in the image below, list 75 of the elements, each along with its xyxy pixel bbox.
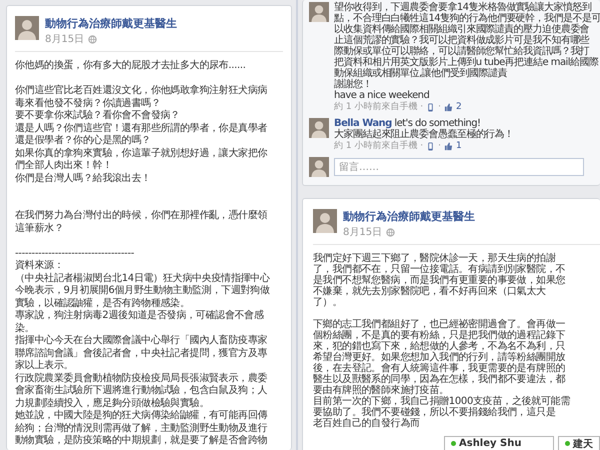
post-text-line: 來，犯的錯也寫下來，給想做的人參考，不為名不為利，只 xyxy=(313,341,566,352)
post-text-line: 染。 xyxy=(15,322,34,334)
comment-text: 點，不合理白白犧牲這14隻狗的行為他們要硬幹，我們是不是可 xyxy=(334,13,600,24)
post-text-line: 醫生以及獸醫系的同學，因為在怎樣，我們都不要違法，都 xyxy=(313,374,566,385)
comment-timestamp: 約 1 小時前來自手機 · xyxy=(334,140,424,152)
post-text-line: 這筆薪水？ xyxy=(15,222,64,235)
comment-text: Bella Wang let's do something! xyxy=(334,118,480,129)
globe-icon xyxy=(88,34,98,44)
post-text-line: ------------------------------------ xyxy=(15,248,134,260)
thumbs-up-icon[interactable] xyxy=(444,142,454,150)
post-text-line: 是我們不想幫您醫病，而是我們有更重要的事要做，如果您 xyxy=(313,275,566,286)
post-text-line: 目前第一次的下鄉，我自己捐贈1000支疫苗，之後就可能需 xyxy=(313,396,570,407)
comment-text: 把資料和相片用英文版影片上傳到u tube再把連結e mail給國際 xyxy=(334,57,598,68)
post-text-line: 聯席諮詢會議」會後記者會，中央社記者提問，獲官方及專 xyxy=(15,348,268,360)
avatar-icon xyxy=(309,157,329,177)
post-text-line: 實驗，以確認鼬獾，是否有跨物種感染。 xyxy=(15,298,190,310)
post-text-line: 要協助了。我們不要碰錢，所以不要捐錢給我們，這只是 xyxy=(313,407,556,418)
post-text-line: 今晚表示，9月初展開6個月野生動物主動監測，下週對狗做 xyxy=(15,285,270,298)
post-text-line: 你他媽的換蛋，你有多大的屁股才去扯多大的尿布...... xyxy=(15,60,246,72)
comment-field[interactable]: 留言…… xyxy=(334,158,584,176)
chat-tab[interactable]: 建天 xyxy=(558,436,600,450)
post-text-line: 後，在去登記。會有人統籌這件事，我更需要的是有牌照的 xyxy=(313,363,566,374)
avatar-icon xyxy=(313,209,337,233)
post-text-line: 還是假學者？你的心是黑的嗎？ xyxy=(15,135,151,148)
post-text-line: 了，我們都不在，只留一位接電話。有病請到別家醫院，不 xyxy=(313,264,566,275)
comment-text: 以收集資料傳給國際相關組織引來國際譴責的壓力迫使農委會 xyxy=(334,24,590,35)
post-text-line: 動物實驗，是防疫策略的中期規劃，就是要了解是否會跨物 xyxy=(15,435,268,448)
post-text-line: 個粉絲團，不是真的要有粉絲，只是把我們做的過程記錄下 xyxy=(313,330,566,341)
post-text-line: 們全部人肉出來！幹！ xyxy=(15,160,112,172)
post-text-line: 她並說，中國大陸是狗的狂犬病傳染給鼬獾，有可能再回傳 xyxy=(15,410,268,422)
comment-text: 止這個荒謬的實驗？我可以把資料做成影片可是我不知有哪些 xyxy=(334,35,590,46)
comment-text: have a nice weekend xyxy=(334,90,430,101)
post-text-line: 在我們努力為台灣付出的時候，你們在那裡作亂，憑什麼領 xyxy=(15,210,268,222)
post-text-line: 毒來看他發不發病？你讀過書嗎？ xyxy=(15,98,161,110)
author-name[interactable]: 動物行為治療師戴更基醫生 xyxy=(45,16,177,31)
phone-icon xyxy=(426,102,436,112)
post-text-line: 資料來源： xyxy=(15,260,64,272)
post-text-line: （中央社記者楊淑閔台北14日電）狂犬病中央疫情指揮中心 xyxy=(15,272,270,284)
post-text-line: 你們是台灣人嗎？給我滾出去！ xyxy=(15,172,151,185)
post-text-line: 行政院農業委員會動植物防疫檢疫局局長張淑賢表示，農委 xyxy=(15,372,268,384)
globe-icon xyxy=(386,228,396,236)
post-text-line: 要由有牌照的醫師來施打疫苗。 xyxy=(313,385,449,396)
post-text-line: 專家說，狗注射病毒2週後知道是否發病，可確認會不會感 xyxy=(15,310,264,322)
comment-text: 望你收得到，下週農委會要拿14隻米格魯做實驗讓大家憤怒到 xyxy=(334,2,592,13)
thumbs-up-icon[interactable] xyxy=(444,102,454,112)
like-count: 2 xyxy=(456,101,462,113)
avatar-icon xyxy=(309,118,329,138)
post-text-line: 了）。 xyxy=(313,297,342,308)
separator-dot: · xyxy=(438,140,442,152)
post-text-line: 老百姓自己的自發行為而 xyxy=(313,418,420,429)
post-text-line: 還是人嗎？你們這些官！還有那些所謂的學者，你是真學者 xyxy=(15,122,268,134)
avatar-icon xyxy=(15,16,39,40)
post-text-line: 下鄉的志工我們都組好了，也已經祕密開過會了。會再做一 xyxy=(313,319,566,330)
comment-text: 大家團結起來阻止農委會愚蠢至極的行為！ xyxy=(334,129,514,140)
author-name[interactable]: 動物行為治療師戴更基醫生 xyxy=(343,209,475,224)
comment-timestamp: 約 1 小時前來自手機 · xyxy=(334,101,424,113)
comment-text: 動保組織或相關單位,讓他們受到國際譴責 xyxy=(334,68,507,79)
comment-text: 謝謝您！ xyxy=(334,79,372,90)
post-text-line: 會家畜衛生試驗所下週將進行動物試驗，包含白鼠及狗；人 xyxy=(15,385,268,398)
post-text-line: 給狗；台灣的情況則需再做了解，主動監測野生動物及進行 xyxy=(15,422,268,434)
chat-tab[interactable]: Ashley Shu xyxy=(444,436,554,450)
avatar-icon xyxy=(309,2,329,22)
post-text-line: 家以上表示。 xyxy=(15,360,74,372)
post-text-line: 指揮中心今天在台大國際會議中心舉行「國內人畜防疫專家 xyxy=(15,335,268,348)
post-text-line: 不嫌棄，就先去別家醫院吧，看不好再回來（口氣太大 xyxy=(313,286,546,297)
like-count: 1 xyxy=(456,140,462,152)
post-text-line: 如果你真的拿狗來實驗，你這輩子就別想好過，讓大家把你 xyxy=(15,148,268,160)
post-text-line: 力規劃陸續投入，應足夠分頭做檢驗與實驗。 xyxy=(15,398,210,410)
post-text-line: 我們定好下週三下鄉了，醫院休診一天，那天生病的拍謝 xyxy=(313,253,556,264)
comment-text: 際動保或單位可以聯絡，可以請醫師您幫忙給我資訊嗎？我打 xyxy=(334,46,590,57)
separator-dot: · xyxy=(438,101,442,113)
post-text-line: 你們這些官比老百姓還沒文化，你他媽敢拿狗注射狂犬病病 xyxy=(15,85,268,98)
post-text-line: 希望台灣更好。如果您想加入我們的行列，請等粉絲團開放 xyxy=(313,352,566,363)
phone-icon xyxy=(426,142,436,150)
post-text-line: 要不要拿你來試驗？看你會不會發病？ xyxy=(15,110,180,122)
